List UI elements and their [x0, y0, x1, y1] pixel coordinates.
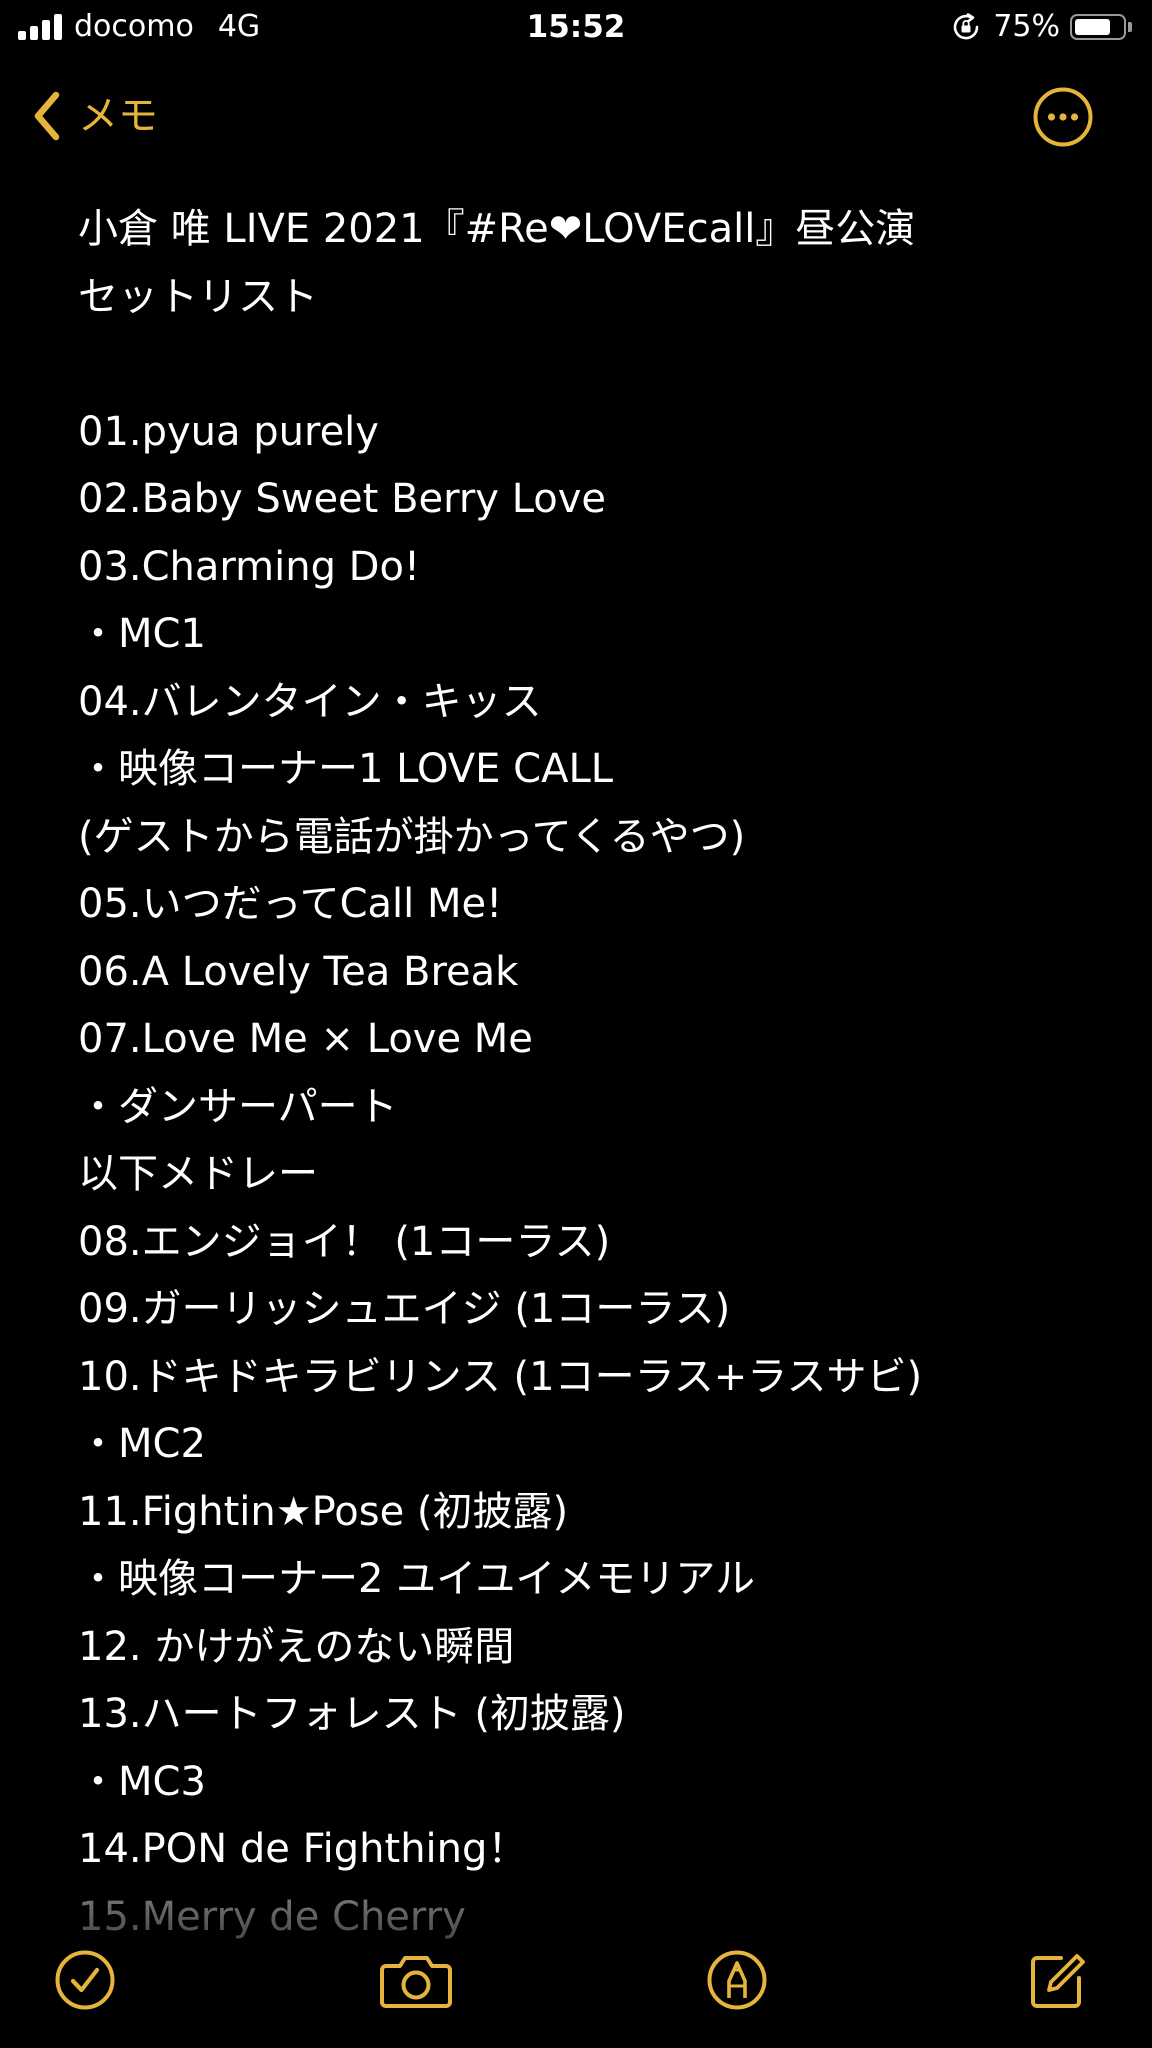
markup-pen-icon [707, 1950, 767, 2010]
note-line: (ゲストから電話が掛かってくるやつ) [78, 813, 746, 860]
note-line: ・ダンサーパート [78, 1083, 398, 1130]
note-line: 小倉 唯 LIVE 2021『#Re❤LOVEcall』昼公演 [78, 206, 916, 252]
note-line: 01.pyua purely [78, 408, 379, 455]
note-line: 03.Charming Do! [78, 543, 420, 590]
note-line: 11.Fightin★Pose (初披露) [78, 1488, 569, 1535]
note-line: ・映像コーナー1 LOVE CALL [78, 746, 614, 792]
camera-button[interactable] [378, 1948, 452, 2020]
note-line: ・MC1 [78, 611, 206, 657]
back-label: メモ [78, 93, 158, 139]
battery-cap [1128, 22, 1132, 32]
status-right: 75% [951, 10, 1132, 44]
battery-icon [1070, 14, 1126, 40]
note-line: 07.Love Me × Love Me [78, 1016, 533, 1062]
note-line: 06.A Lovely Tea Break [78, 948, 519, 995]
camera-icon [380, 1956, 452, 2008]
compose-button[interactable] [1025, 1948, 1097, 2020]
note-line: ・映像コーナー2 ユイユイメモリアル [78, 1556, 755, 1602]
battery-percentage: 75% [993, 9, 1060, 44]
checklist-button[interactable] [53, 1948, 125, 2020]
note-line: 10.ドキドキラビリンス (1コーラス+ラスサビ) [78, 1353, 923, 1400]
note-line: 05.いつだってCall Me! [78, 881, 503, 927]
back-button[interactable]: メモ [30, 88, 158, 144]
rotation-lock-icon [951, 12, 981, 42]
ellipsis-circle-icon [1033, 87, 1093, 147]
bottom-toolbar [0, 1948, 1152, 2028]
checklist-icon [55, 1950, 115, 2010]
more-options-button[interactable] [1032, 86, 1094, 148]
note-line: ・MC2 [78, 1421, 206, 1467]
note-line: ・MC3 [78, 1758, 206, 1805]
note-line [78, 331, 1098, 399]
note-line: 14.PON de Fighthing！ [78, 1826, 528, 1872]
chevron-left-icon [30, 89, 64, 143]
note-line: 09.ガーリッシュエイジ (1コーラス) [78, 1286, 731, 1332]
note-line: 13.ハートフォレスト (初披露) [78, 1691, 626, 1737]
note-line: 02.Baby Sweet Berry Love [78, 476, 607, 522]
navigation-bar: メモ [0, 70, 1152, 166]
note-line: 以下メドレー [78, 1151, 318, 1197]
markup-button[interactable] [705, 1948, 777, 2020]
note-line: 04.バレンタイン・キッス [78, 678, 542, 725]
battery-fill [1075, 19, 1110, 35]
note-body[interactable]: 小倉 唯 LIVE 2021『#Re❤LOVEcall』昼公演 セットリスト 01.… [78, 196, 1098, 1956]
note-line: 15.Merry de Cherry [78, 1893, 466, 1940]
status-bar: docomo 4G 15:52 75% [0, 0, 1152, 56]
note-line: 12. かけがえのない瞬間 [78, 1623, 515, 1670]
compose-icon [1031, 1954, 1085, 2008]
note-line: セットリスト [78, 273, 318, 320]
note-line: 08.エンジョイ！ (1コーラス) [78, 1218, 611, 1265]
